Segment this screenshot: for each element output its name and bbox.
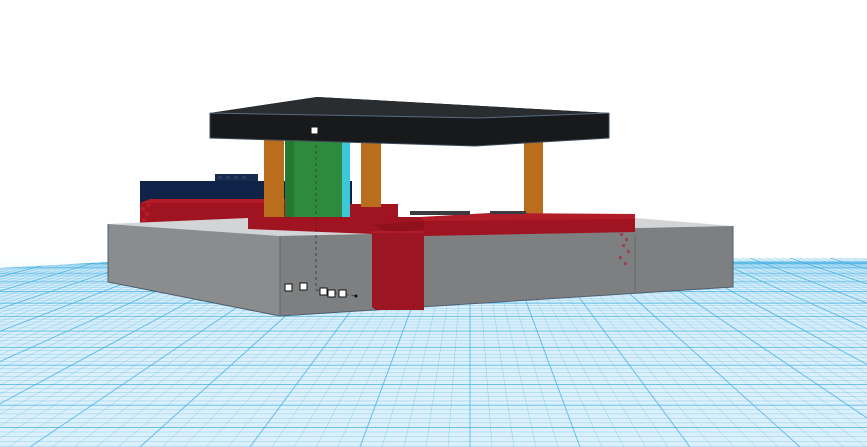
selection-handle-top[interactable] (310, 126, 319, 135)
selection-handle-2[interactable] (299, 282, 308, 291)
selection-handle-4[interactable] (327, 289, 336, 298)
selection-handle-dot[interactable] (354, 294, 358, 298)
red-border-left-top (140, 199, 310, 203)
selection-handle-3[interactable] (319, 287, 328, 296)
orange-post-3[interactable] (524, 141, 543, 214)
3d-viewport[interactable] (0, 0, 867, 447)
orange-post-1[interactable] (264, 138, 284, 220)
green-column[interactable] (285, 132, 346, 220)
red-corner-post-face (372, 225, 424, 310)
green-column-side (285, 132, 294, 220)
dark-detail-strip-2 (490, 211, 526, 214)
scene-canvas[interactable] (0, 0, 867, 447)
dark-detail-strip (410, 211, 470, 215)
orange-post-2[interactable] (361, 140, 381, 207)
selection-handle-5[interactable] (338, 289, 347, 298)
selection-handle-1[interactable] (284, 283, 293, 292)
green-column-edge (342, 132, 350, 220)
model-assembly[interactable] (107, 97, 734, 317)
